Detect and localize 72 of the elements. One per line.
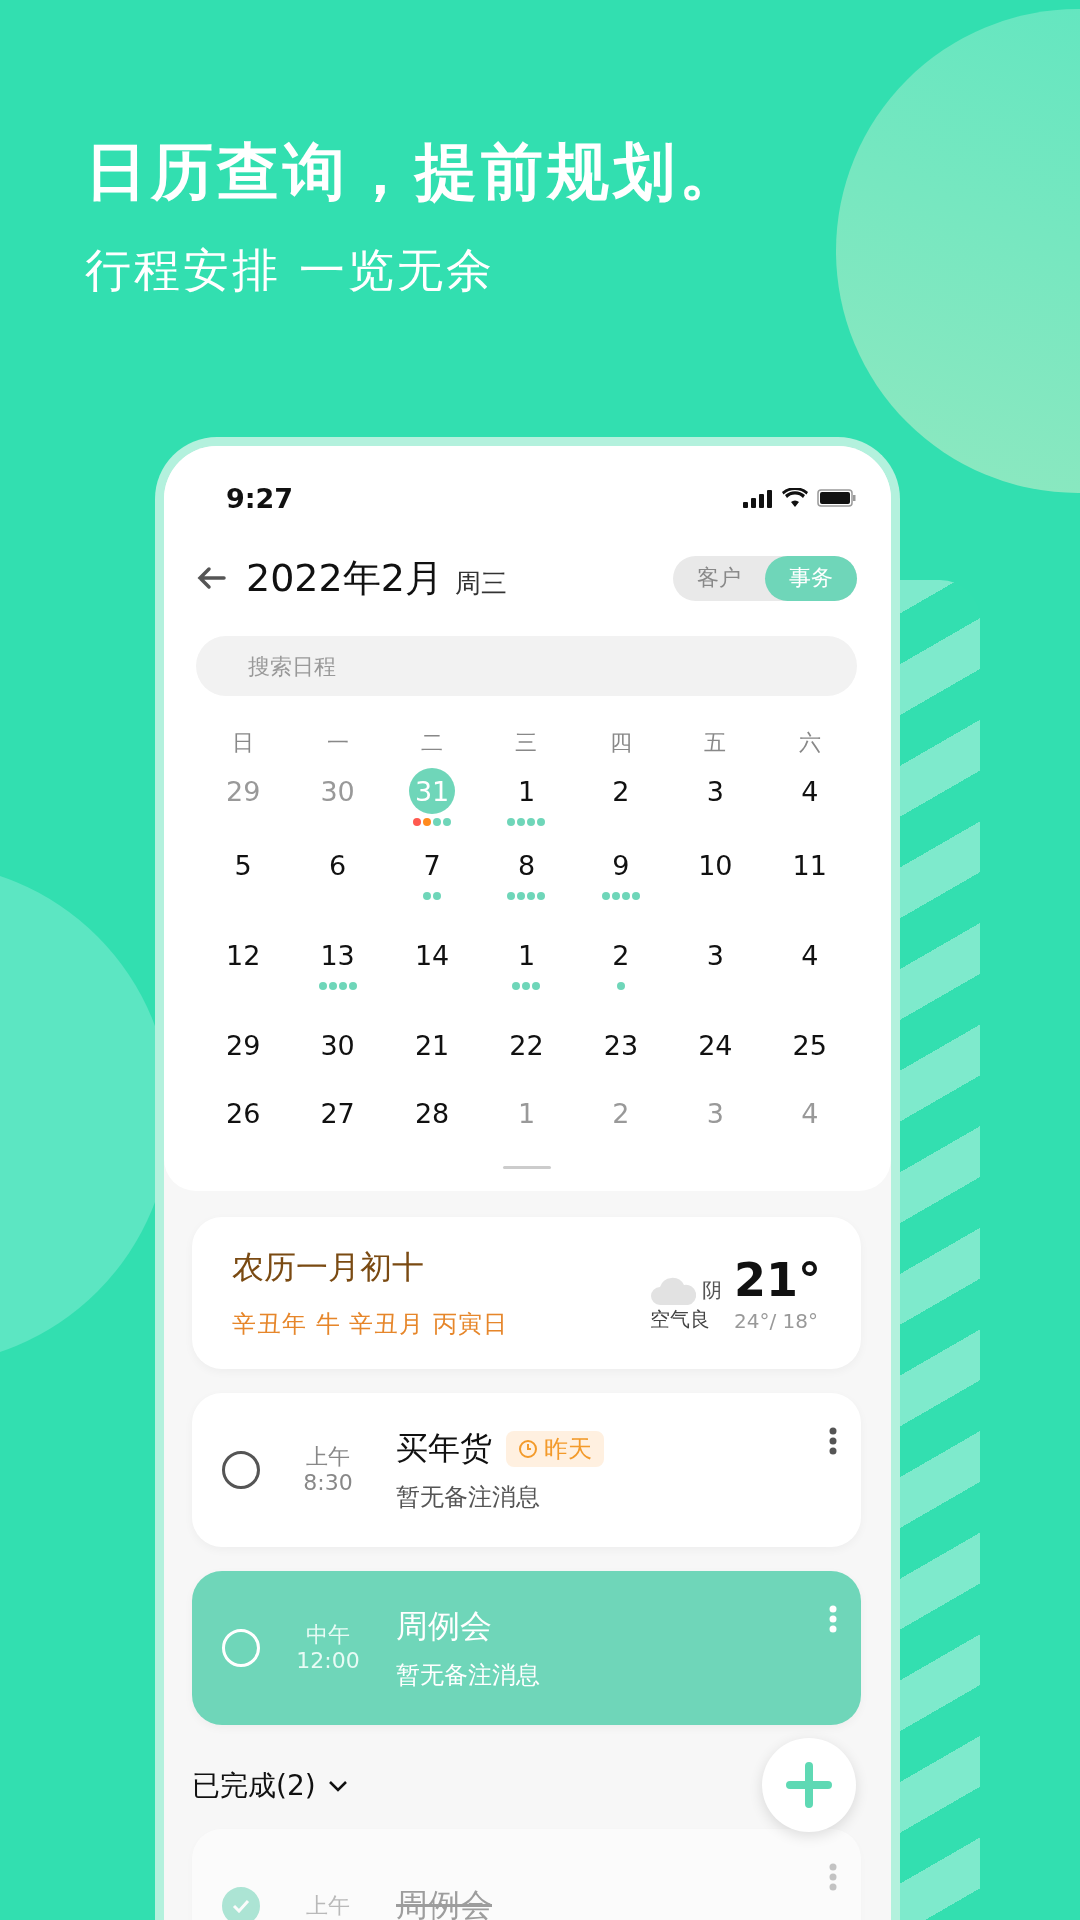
calendar-day[interactable]: 3 [692, 768, 739, 814]
weekday-header: 五 [703, 729, 728, 757]
temperature: 21° [734, 1253, 821, 1306]
calendar-day[interactable]: 14 [409, 932, 456, 978]
subheadline: 行程安排 一览无余 [85, 242, 496, 298]
completed-label[interactable]: 已完成(2) [192, 1767, 316, 1805]
battery-icon [817, 488, 857, 508]
weekday-header: 四 [608, 729, 633, 757]
task-period: 上午 [306, 1444, 350, 1470]
task-time: 8:30 [303, 1470, 353, 1496]
calendar-day[interactable]: 25 [786, 1022, 833, 1068]
task-period: 上午 [306, 1893, 350, 1919]
task-title: 买年货 [396, 1428, 492, 1469]
plus-icon [786, 1762, 832, 1808]
calendar-day[interactable]: 10 [692, 842, 739, 888]
drag-handle[interactable] [502, 1166, 551, 1169]
month-title: 2022年2月 [246, 554, 443, 602]
calendar-day[interactable]: 23 [597, 1022, 644, 1068]
chevron-down-icon[interactable] [327, 1780, 348, 1792]
clock-icon [518, 1439, 538, 1459]
calendar-day[interactable]: 30 [314, 1022, 361, 1068]
calendar-day[interactable]: 11 [786, 842, 833, 888]
weekday-header: 日 [231, 729, 256, 757]
checked-circle[interactable] [222, 1887, 260, 1920]
cloud-icon [650, 1275, 698, 1306]
ganzhi-text: 辛丑年 牛 辛丑月 丙寅日 [232, 1309, 508, 1340]
weekday-label: 周三 [454, 566, 507, 600]
calendar-day[interactable]: 28 [409, 1090, 456, 1136]
tag-text: 昨天 [544, 1434, 592, 1465]
calendar-day[interactable]: 9 [597, 842, 644, 888]
calendar-day[interactable]: 3 [692, 932, 739, 978]
calendar-day[interactable]: 8 [503, 842, 550, 888]
task-note: 暂无备注消息 [396, 1660, 540, 1691]
air-quality: 空气良 [650, 1305, 711, 1333]
calendar-day[interactable]: 4 [786, 768, 833, 814]
calendar-day[interactable]: 2 [597, 932, 644, 978]
weekday-header: 二 [420, 729, 445, 757]
calendar-day[interactable]: 12 [220, 932, 267, 978]
calendar-day[interactable]: 24 [692, 1022, 739, 1068]
temperature-range: 24°/ 18° [734, 1308, 819, 1333]
status-time: 9:27 [226, 482, 294, 514]
back-icon[interactable] [196, 566, 226, 590]
search-field[interactable]: 搜索日程 [196, 636, 857, 696]
weekday-header: 三 [514, 729, 539, 757]
check-circle[interactable] [222, 1451, 260, 1489]
calendar-day[interactable]: 27 [314, 1090, 361, 1136]
task-title: 周例会 [396, 1606, 492, 1647]
task-card[interactable]: 上午 8:30 买年货 昨天 暂无备注消息 [192, 1393, 861, 1547]
calendar-day[interactable]: 5 [220, 842, 267, 888]
signal-icon [743, 488, 773, 508]
calendar-day[interactable]: 6 [314, 842, 361, 888]
calendar-day[interactable]: 29 [220, 1022, 267, 1068]
calendar-day[interactable]: 2 [597, 768, 644, 814]
task-note: 暂无备注消息 [396, 1482, 541, 1513]
calendar-day[interactable]: 13 [314, 932, 361, 978]
weather-condition: 阴 [702, 1277, 722, 1304]
more-icon[interactable] [829, 1427, 837, 1455]
task-time: 12:00 [296, 1648, 360, 1674]
weekday-header: 一 [325, 729, 350, 757]
lunar-date: 农历一月初十 [232, 1247, 425, 1288]
calendar-day[interactable]: 7 [409, 842, 456, 888]
task-title: 周例会 [396, 1885, 492, 1920]
calendar-day[interactable]: 1 [503, 768, 550, 814]
headline: 日历查询，提前规划。 [85, 134, 746, 210]
wifi-icon [781, 488, 809, 508]
task-period: 中午 [306, 1622, 350, 1648]
calendar-day[interactable]: 26 [220, 1090, 267, 1136]
calendar-day[interactable]: 21 [409, 1022, 456, 1068]
calendar-day[interactable]: 4 [786, 932, 833, 978]
calendar-day[interactable]: 1 [503, 932, 550, 978]
calendar-day[interactable]: 22 [503, 1022, 550, 1068]
weekday-header: 六 [797, 729, 822, 757]
